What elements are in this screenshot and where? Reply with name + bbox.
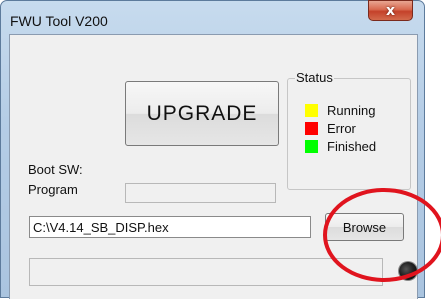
close-button[interactable]: x [368,0,413,21]
program-progress-bar [125,183,276,203]
status-label-running: Running [327,102,376,118]
status-label-finished: Finished [327,138,377,154]
file-path-input[interactable] [29,216,311,238]
status-group: Status Running Error Finished [287,70,411,190]
upgrade-progress-bar [29,258,383,286]
status-title: Status [295,70,334,85]
status-item-finished: Finished [305,138,377,154]
finished-indicator [305,139,318,153]
boot-sw-label: Boot SW: [28,162,83,177]
client-area: UPGRADE Status Running Error Finished Bo… [9,34,418,299]
status-item-running: Running [305,102,376,118]
status-item-error: Error [305,120,356,136]
window-title: FWU Tool V200 [10,13,108,29]
status-led-icon [399,262,417,280]
upgrade-button[interactable]: UPGRADE [125,81,279,146]
title-bar[interactable]: FWU Tool V200 x [1,0,424,34]
browse-button[interactable]: Browse [325,213,404,241]
running-indicator [305,103,318,117]
error-indicator [305,121,318,135]
app-window: FWU Tool V200 x UPGRADE Status Running E… [0,0,425,299]
program-label: Program [28,182,78,197]
close-icon: x [385,2,396,19]
status-label-error: Error [327,120,356,136]
